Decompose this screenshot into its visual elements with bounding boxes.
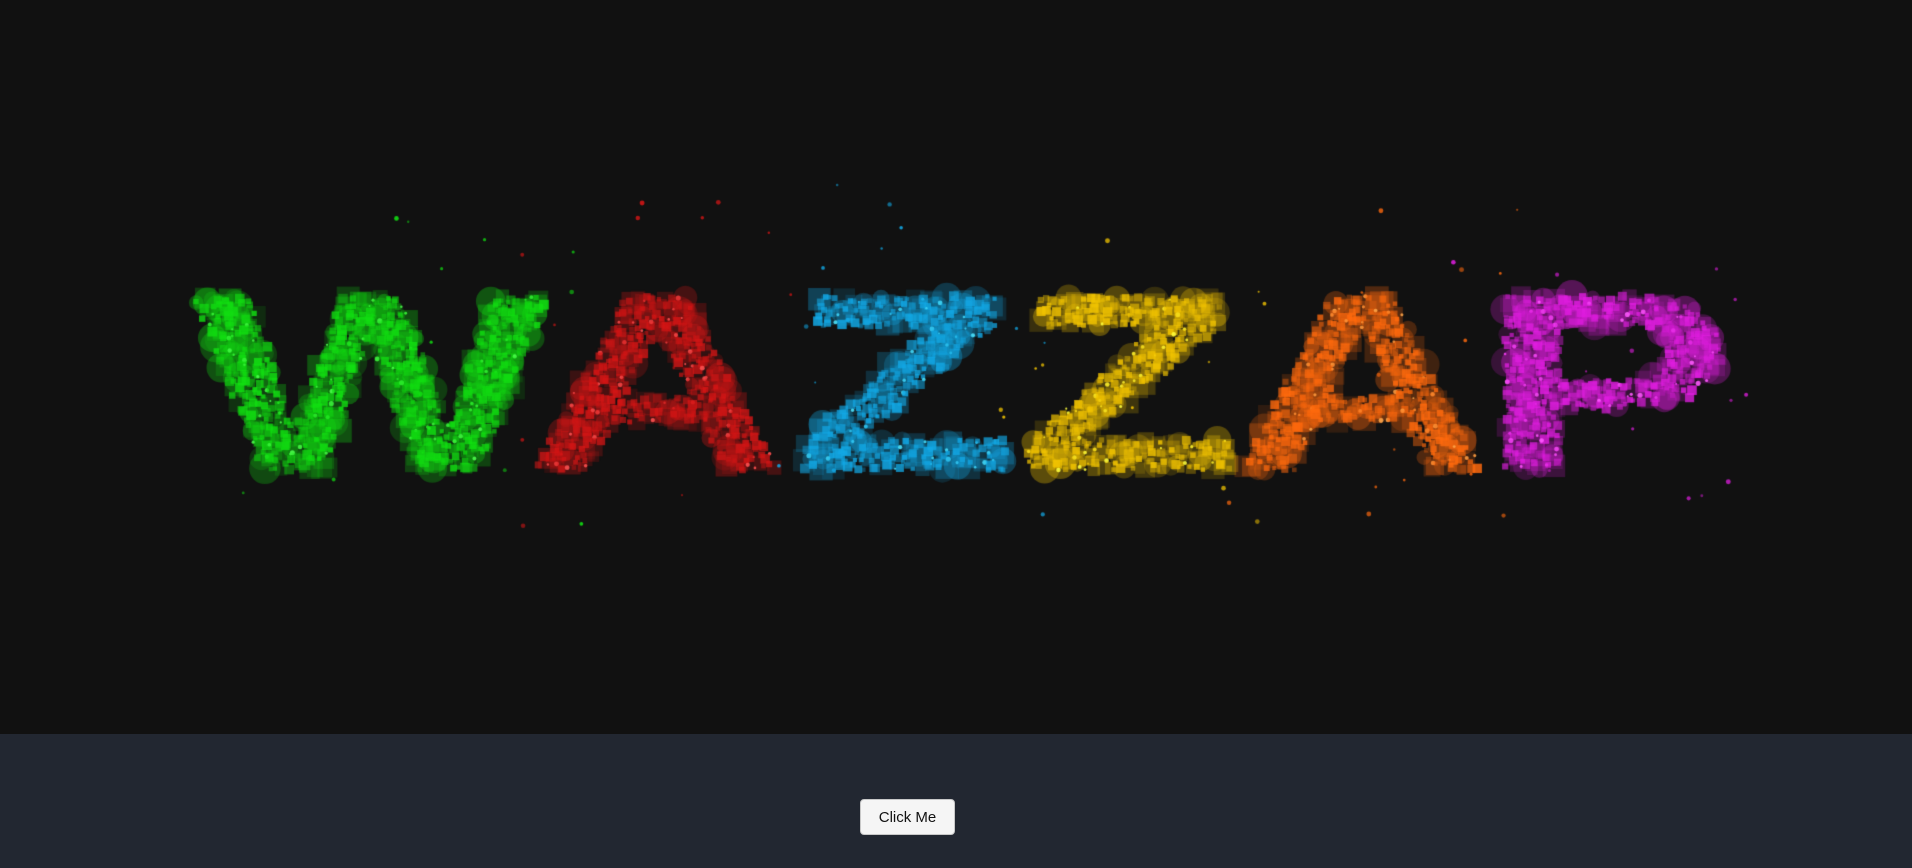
footer-bar <box>0 734 1912 868</box>
click-me-button[interactable]: Click Me <box>860 799 955 835</box>
wazzap-particle-text <box>0 0 1912 734</box>
particle-stage <box>0 0 1912 734</box>
